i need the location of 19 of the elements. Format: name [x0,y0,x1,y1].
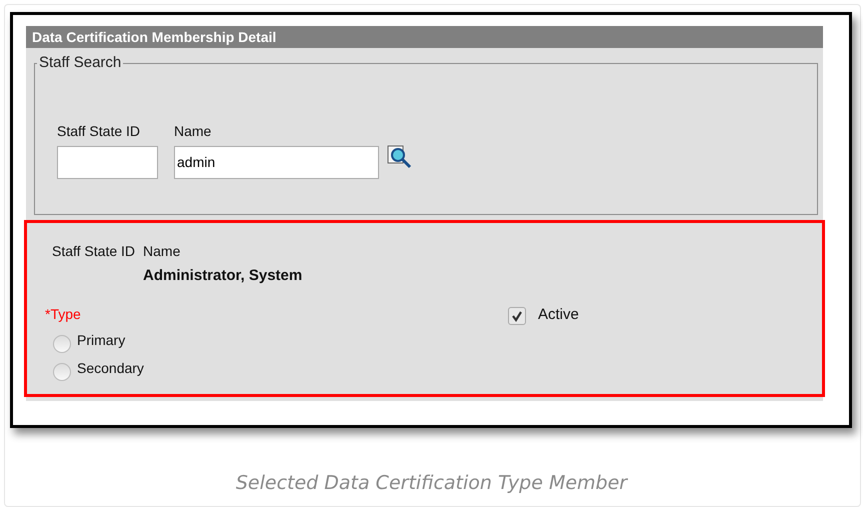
field-label: Name [143,242,182,261]
text-field[interactable] [57,146,158,178]
group-legend: Staff Search [37,52,124,74]
checkbox[interactable] [508,306,526,324]
radio-label: Secondary [77,359,144,378]
field-label: Staff State ID [52,242,136,261]
radio-button[interactable] [53,334,71,352]
radio-button[interactable] [53,362,71,380]
checkbox-label: Active [538,304,579,324]
radio-label: Primary [77,331,126,350]
search-icon[interactable] [387,144,413,168]
staff-name: Administrator, System [143,266,302,286]
text-field[interactable]: admin [174,146,379,178]
panel-header: Data Certification Membership Detail [26,26,823,48]
checkmark-icon [511,310,523,322]
field-label: Staff State ID [57,122,142,140]
image-caption: Selected Data Certification Type Member [236,471,628,496]
type-label: *Type [45,304,82,324]
field-label: Name [174,122,212,140]
